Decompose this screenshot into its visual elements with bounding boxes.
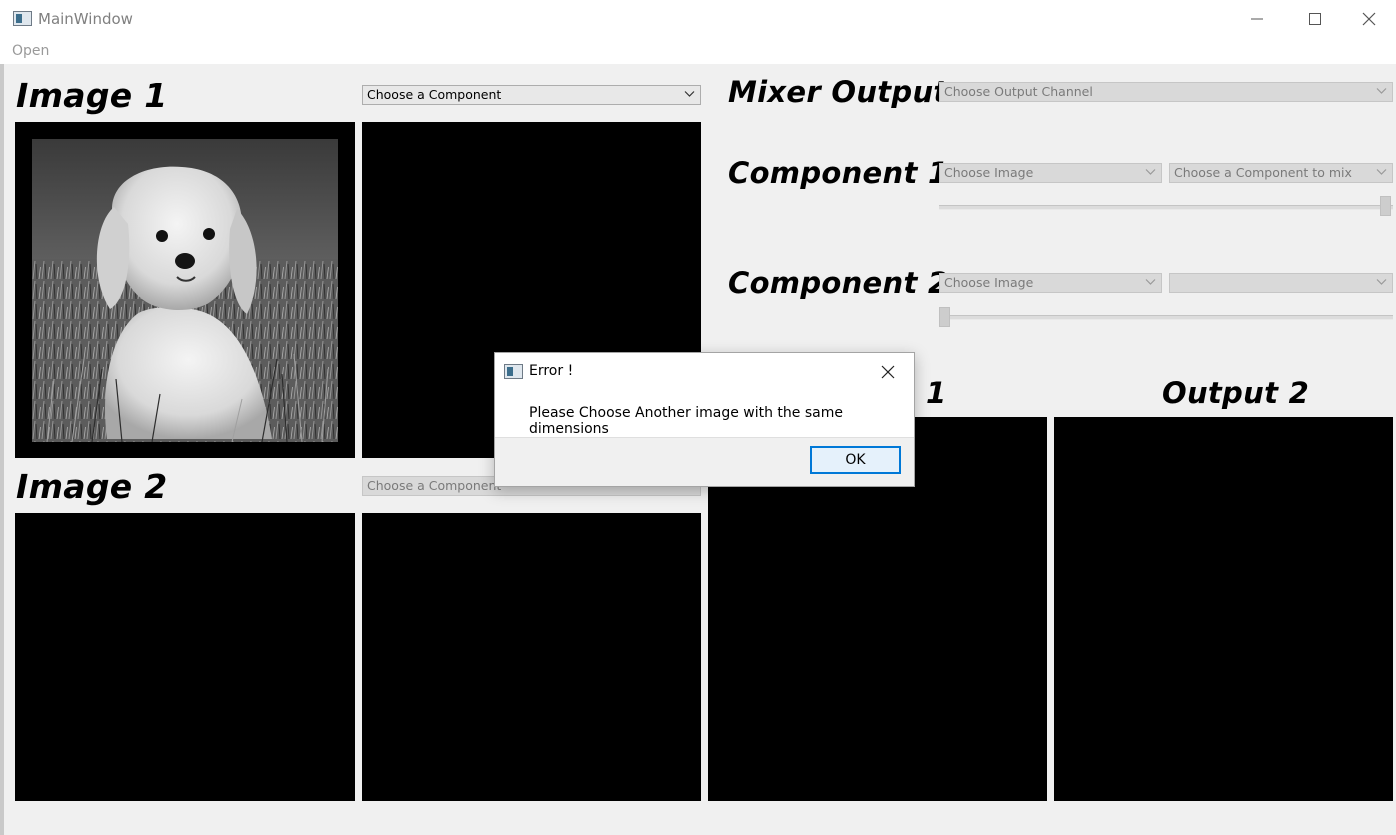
component1-heading: Component 1 <box>728 156 949 190</box>
output2-view <box>1054 417 1393 801</box>
component2-image-select[interactable]: Choose Image <box>939 273 1162 293</box>
close-button[interactable] <box>1344 0 1394 38</box>
chevron-down-icon <box>1376 169 1387 175</box>
minimize-icon <box>1251 18 1263 20</box>
image1-component-select[interactable]: Choose a Component <box>362 85 701 105</box>
chevron-down-icon <box>1145 169 1156 175</box>
dialog-separator <box>495 437 914 438</box>
component1-slider[interactable] <box>939 205 1393 210</box>
maximize-button[interactable] <box>1286 0 1344 38</box>
title-bar: MainWindow <box>0 0 1396 38</box>
chevron-down-icon <box>1376 279 1387 285</box>
mixer-output-heading: Mixer Output <box>728 75 948 109</box>
dialog-app-icon <box>504 364 523 379</box>
component2-image-select-value: Choose Image <box>944 275 1034 290</box>
output1-heading: 1 <box>926 376 947 410</box>
app-icon <box>13 11 32 26</box>
component1-slider-handle[interactable] <box>1380 196 1391 216</box>
image2-heading: Image 2 <box>16 467 168 506</box>
minimize-button[interactable] <box>1228 0 1286 38</box>
dialog-close-button[interactable] <box>878 362 898 382</box>
image2-component-select-value: Choose a Component <box>367 478 502 493</box>
dialog-title: Error ! <box>529 363 574 379</box>
close-icon <box>881 365 895 379</box>
close-icon <box>1362 12 1376 26</box>
image1-component-select-value: Choose a Component <box>367 87 502 102</box>
menu-bar: Open <box>0 38 1396 64</box>
window-title: MainWindow <box>38 10 133 28</box>
maximize-icon <box>1309 13 1321 25</box>
chevron-down-icon <box>1376 88 1387 94</box>
dialog-message: Please Choose Another image with the sam… <box>529 405 843 437</box>
chevron-down-icon <box>1145 279 1156 285</box>
component1-type-select[interactable]: Choose a Component to mix <box>1169 163 1393 183</box>
image2-original-view <box>15 513 355 801</box>
output-channel-select-value: Choose Output Channel <box>944 84 1093 99</box>
error-dialog: Error ! Please Choose Another image with… <box>494 352 915 487</box>
image1-original-view <box>15 122 355 458</box>
component2-slider-handle[interactable] <box>939 307 950 327</box>
output-channel-select[interactable]: Choose Output Channel <box>939 82 1393 102</box>
output2-heading: Output 2 <box>1162 376 1310 410</box>
chevron-down-icon <box>684 91 695 97</box>
component2-heading: Component 2 <box>728 266 949 300</box>
component2-type-select[interactable] <box>1169 273 1393 293</box>
component1-image-select[interactable]: Choose Image <box>939 163 1162 183</box>
image1-heading: Image 1 <box>16 76 168 115</box>
component2-slider[interactable] <box>939 315 1393 320</box>
ok-button[interactable]: OK <box>810 446 901 474</box>
window-left-border <box>0 64 4 835</box>
component1-type-select-value: Choose a Component to mix <box>1174 165 1352 180</box>
component1-image-select-value: Choose Image <box>944 165 1034 180</box>
puppy-photo <box>32 139 338 442</box>
menu-open[interactable]: Open <box>12 43 49 59</box>
image2-component-view <box>362 513 701 801</box>
